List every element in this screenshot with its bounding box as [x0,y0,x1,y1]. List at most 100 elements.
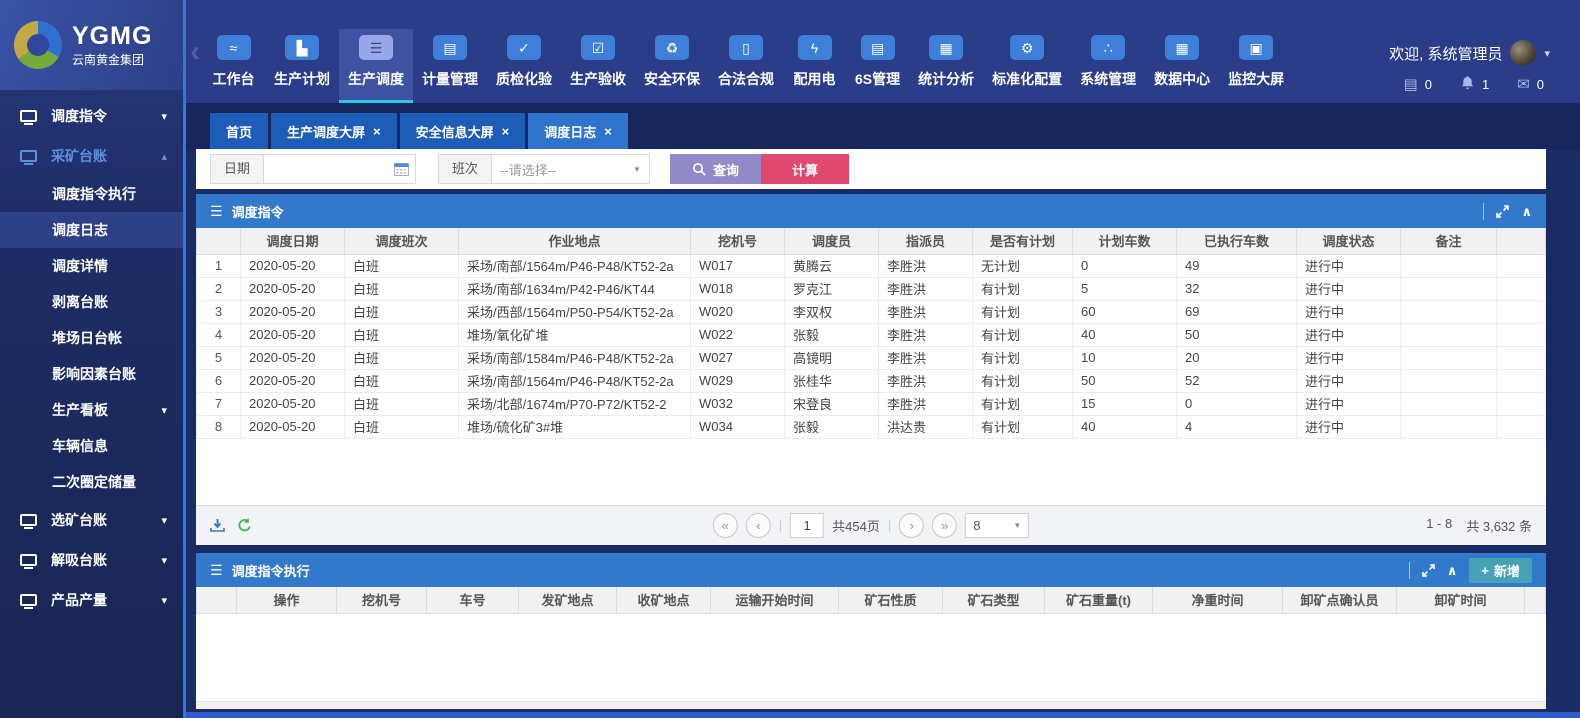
table-row[interactable]: 22020-05-20白班采场/南部/1634m/P42-P46/KT44W01… [197,277,1546,300]
sidebar-item-9[interactable]: 车辆信息 [0,428,183,464]
close-icon[interactable]: × [502,125,510,138]
list-icon: ▤ [1404,77,1418,92]
sidebar-item-13[interactable]: 产品产量▾ [0,580,183,620]
table-row[interactable]: 72020-05-20白班采场/北部/1674m/P70-P72/KT52-2W… [197,392,1546,415]
tab-3[interactable]: 调度日志× [528,113,628,149]
collapse-panel-icon[interactable]: ∧ [1447,564,1458,577]
column-header: 矿石类型 [943,587,1045,613]
sidebar-item-5[interactable]: 剥离台账 [0,284,183,320]
download-icon[interactable] [210,518,225,533]
first-page-button[interactable]: « [713,513,738,538]
last-page-button[interactable]: » [932,513,957,538]
monitor-icon [20,554,37,566]
date-input[interactable] [264,154,416,184]
refresh-icon[interactable] [237,518,252,533]
close-icon[interactable]: × [604,125,612,138]
sidebar-item-2[interactable]: 调度指令执行 [0,176,183,212]
nav-item-4[interactable]: ✓质检化验 [487,29,561,103]
table-cell [1401,415,1497,438]
nav-item-5[interactable]: ☑生产验收 [561,29,635,103]
search-button-label: 查询 [713,160,739,179]
sidebar-collapse-icon[interactable]: ‹ [190,37,200,67]
page-size-value: 8 [973,518,980,533]
expand-icon[interactable] [1496,205,1509,218]
filter-bar: 日期 班次 --请选择-- ▼ 查询 计算 [196,149,1546,189]
panel-tools: ∧ + 新增 [1409,558,1532,583]
nav-item-13[interactable]: ▦数据中心 [1145,29,1219,103]
page-size-select[interactable]: 8 ▼ [965,513,1029,538]
sidebar-item-4[interactable]: 调度详情 [0,248,183,284]
nav-item-7[interactable]: ▯合法合规 [709,29,783,103]
table-row[interactable]: 62020-05-20白班采场/南部/1564m/P46-P48/KT52-2a… [197,369,1546,392]
nav-item-label: 数据中心 [1154,69,1210,89]
nav-item-1[interactable]: ▙生产计划 [265,29,339,103]
sidebar-item-7[interactable]: 影响因素台账 [0,356,183,392]
column-header: 矿石重量(t) [1045,587,1153,613]
brand-logo: YGMG 云南黄金集团 [0,0,183,90]
nav-item-11[interactable]: ⚙标准化配置 [983,29,1071,103]
sidebar-item-12[interactable]: 解吸台账▾ [0,540,183,580]
sidebar-item-6[interactable]: 堆场日台帐 [0,320,183,356]
user-row: 欢迎, 系统管理员 ▾ [1389,40,1550,66]
page-input[interactable] [790,513,824,538]
sidebar-item-1[interactable]: 采矿台账▴ [0,136,183,176]
nav-item-3[interactable]: ▤计量管理 [413,29,487,103]
table-row[interactable]: 52020-05-20白班采场/南部/1584m/P46-P48/KT52-2a… [197,346,1546,369]
dispatch-execution-table: 操作挖机号车号发矿地点收矿地点运输开始时间矿石性质矿石类型矿石重量(t)净重时间… [196,587,1546,614]
close-icon[interactable]: × [373,125,381,138]
tab-0[interactable]: 首页 [210,113,268,149]
sidebar-item-10[interactable]: 二次圈定储量 [0,464,183,500]
nav-item-8[interactable]: ϟ配用电 [783,29,846,103]
table-cell: 有计划 [973,346,1073,369]
shift-select[interactable]: --请选择-- ▼ [492,154,650,184]
nav-item-6[interactable]: ♻安全环保 [635,29,709,103]
message-count[interactable]: ✉ 0 [1517,75,1544,93]
nav-item-10[interactable]: ▦统计分析 [909,29,983,103]
sidebar-item-8[interactable]: 生产看板▾ [0,392,183,428]
column-header [1497,228,1546,254]
table-cell: 50 [1073,369,1177,392]
main-area: ‹ ≈工作台▙生产计划☰生产调度▤计量管理✓质检化验☑生产验收♻安全环保▯合法合… [186,0,1580,718]
prev-page-button[interactable]: ‹ [746,513,771,538]
collapse-panel-icon[interactable]: ∧ [1521,205,1532,218]
task-count[interactable]: ▤ 0 [1404,75,1432,93]
caret-down-icon[interactable]: ▾ [1544,47,1550,60]
table-cell: W032 [691,392,785,415]
pagination-tools [210,518,252,533]
horizontal-scrollbar[interactable] [186,712,1580,718]
table-cell: 2020-05-20 [241,415,345,438]
tab-2[interactable]: 安全信息大屏× [400,113,526,149]
nav-item-9[interactable]: ▤6S管理 [846,29,909,103]
sidebar-item-0[interactable]: 调度指令▾ [0,96,183,136]
table-cell: 4 [1177,415,1297,438]
add-button[interactable]: + 新增 [1469,558,1532,583]
table-cell: 60 [1073,300,1177,323]
search-button[interactable]: 查询 [670,154,761,184]
content-area: 日期 班次 --请选择-- ▼ 查询 计算 [186,149,1580,718]
tab-1[interactable]: 生产调度大屏× [271,113,397,149]
nav-item-2[interactable]: ☰生产调度 [339,29,413,103]
nav-item-12[interactable]: ∴系统管理 [1071,29,1145,103]
table-row[interactable]: 82020-05-20白班堆场/硫化矿3#堆W034张毅洪达贵有计划404进行中 [197,415,1546,438]
table-row[interactable]: 12020-05-20白班采场/南部/1564m/P46-P48/KT52-2a… [197,254,1546,277]
sidebar-item-3[interactable]: 调度日志 [0,212,183,248]
column-header: 作业地点 [459,228,691,254]
table-row[interactable]: 32020-05-20白班采场/西部/1564m/P50-P54/KT52-2a… [197,300,1546,323]
avatar[interactable] [1510,40,1536,66]
table-cell: 洪达贵 [879,415,973,438]
book-icon: ▤ [861,35,895,60]
nav-item-label: 系统管理 [1080,69,1136,89]
panel-title: 调度指令执行 [232,561,310,580]
table-cell: 采场/南部/1634m/P42-P46/KT44 [459,277,691,300]
notification-count[interactable]: 1 [1460,75,1489,93]
expand-icon[interactable] [1422,564,1435,577]
table-cell [1497,323,1546,346]
list-icon: ☰ [210,563,223,577]
sidebar-item-11[interactable]: 选矿台账▾ [0,500,183,540]
nav-item-14[interactable]: ▣监控大屏 [1219,29,1293,103]
next-page-button[interactable]: › [899,513,924,538]
caret-up-icon: ▴ [161,150,167,163]
calc-button[interactable]: 计算 [761,154,849,184]
nav-item-0[interactable]: ≈工作台 [202,29,265,103]
table-row[interactable]: 42020-05-20白班堆场/氧化矿堆W022张毅李胜洪有计划4050进行中 [197,323,1546,346]
